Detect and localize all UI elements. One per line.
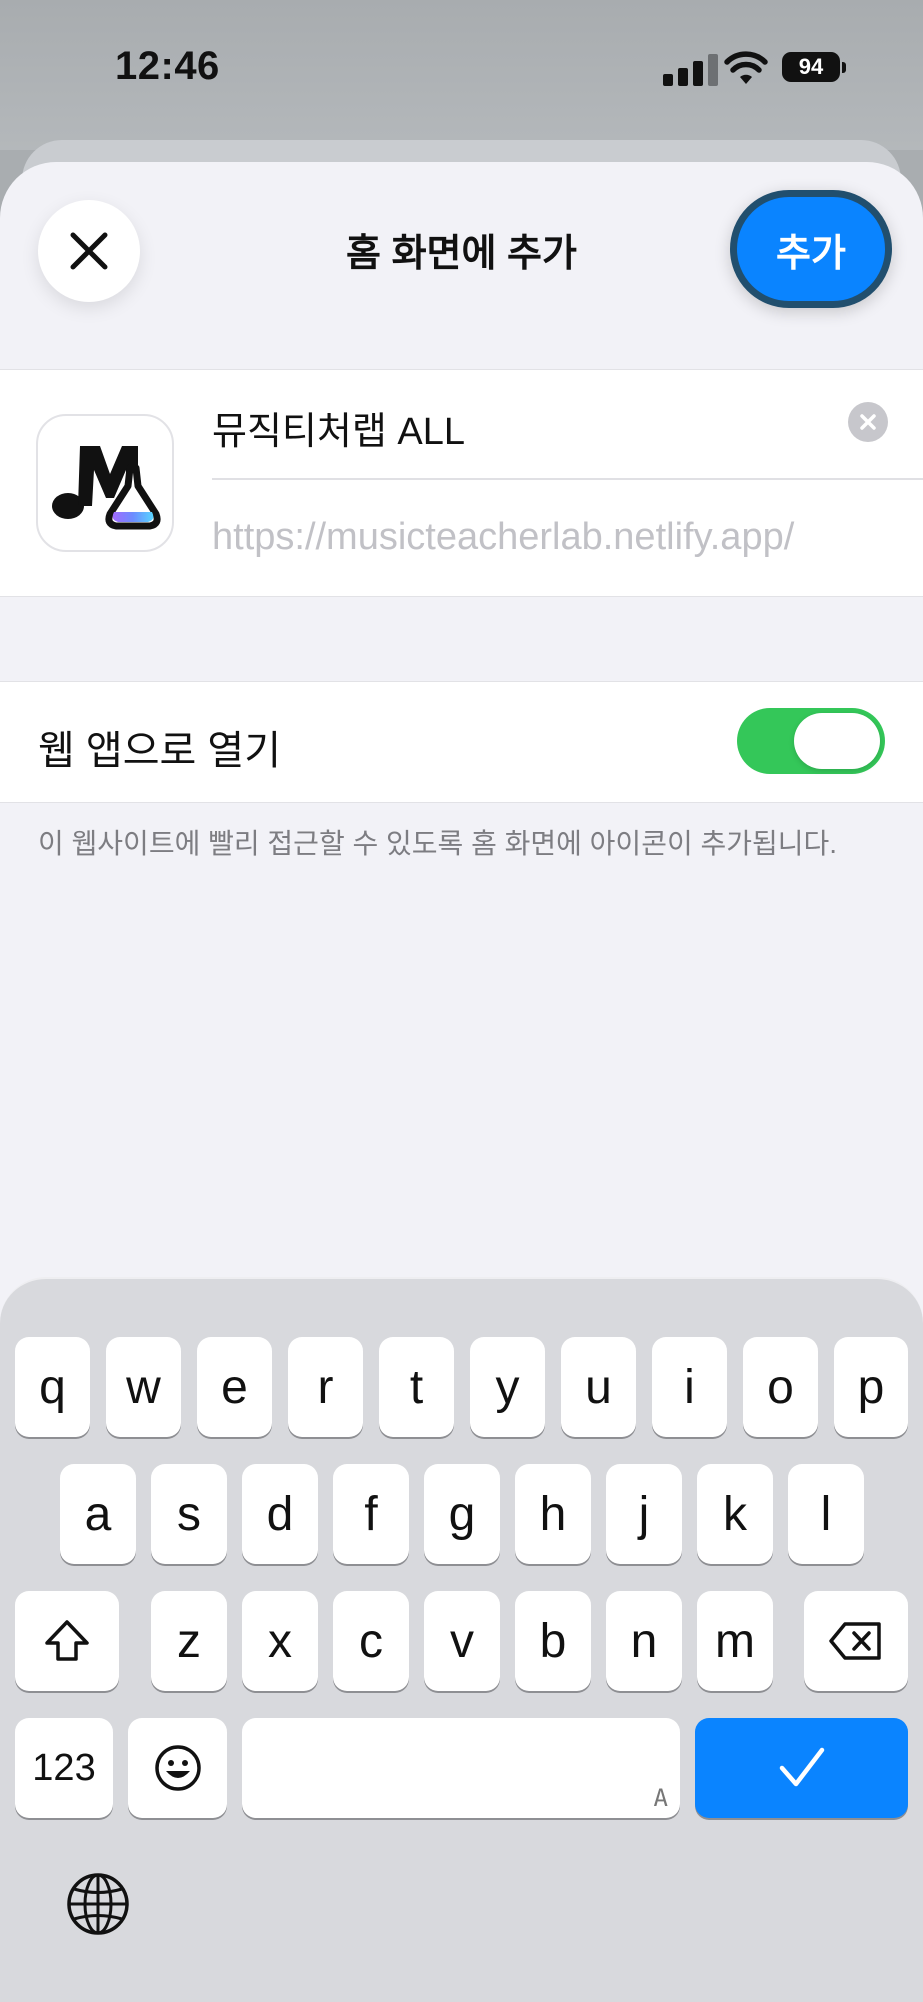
key-s[interactable]: s: [151, 1464, 227, 1564]
field-divider: [212, 478, 923, 480]
clear-text-button[interactable]: [848, 402, 888, 442]
key-c[interactable]: c: [333, 1591, 409, 1691]
music-lab-logo-icon: [52, 446, 161, 530]
numbers-key[interactable]: 123: [15, 1718, 113, 1818]
key-i[interactable]: i: [652, 1337, 727, 1437]
key-k[interactable]: k: [697, 1464, 773, 1564]
key-b[interactable]: b: [515, 1591, 591, 1691]
emoji-key[interactable]: [128, 1718, 227, 1818]
key-o[interactable]: o: [743, 1337, 818, 1437]
status-bar: 12:46 94: [0, 0, 923, 150]
key-d[interactable]: d: [242, 1464, 318, 1564]
space-key[interactable]: A: [242, 1718, 680, 1818]
key-v[interactable]: v: [424, 1591, 500, 1691]
bookmark-url: https://musicteacherlab.netlify.app/: [212, 516, 795, 558]
key-r[interactable]: r: [288, 1337, 363, 1437]
key-q[interactable]: q: [15, 1337, 90, 1437]
keyboard: q w e r t y u i o p a s d f g h j k l z …: [0, 1277, 923, 2002]
clear-icon: [860, 414, 876, 430]
key-a[interactable]: a: [60, 1464, 136, 1564]
key-t[interactable]: t: [379, 1337, 454, 1437]
key-n[interactable]: n: [606, 1591, 682, 1691]
key-u[interactable]: u: [561, 1337, 636, 1437]
checkmark-icon: [779, 1747, 824, 1787]
key-e[interactable]: e: [197, 1337, 272, 1437]
key-p[interactable]: p: [834, 1337, 908, 1437]
key-z[interactable]: z: [151, 1591, 227, 1691]
key-f[interactable]: f: [333, 1464, 409, 1564]
done-key[interactable]: [695, 1718, 908, 1818]
bookmark-name-field[interactable]: 뮤직티처랩 ALL: [212, 400, 465, 455]
key-h[interactable]: h: [515, 1464, 591, 1564]
key-l[interactable]: l: [788, 1464, 864, 1564]
app-icon: [36, 414, 174, 552]
key-j[interactable]: j: [606, 1464, 682, 1564]
bookmark-card: 뮤직티처랩 ALL https://musicteacherlab.netlif…: [0, 369, 923, 597]
battery-tip: [842, 62, 846, 73]
delete-key[interactable]: [804, 1591, 908, 1691]
battery-icon: 94: [782, 52, 840, 82]
key-g[interactable]: g: [424, 1464, 500, 1564]
signal-icon: [663, 54, 721, 86]
shift-key[interactable]: [15, 1591, 119, 1691]
key-m[interactable]: m: [697, 1591, 773, 1691]
delete-icon: [829, 1622, 881, 1660]
key-x[interactable]: x: [242, 1591, 318, 1691]
add-button[interactable]: 추가: [730, 190, 892, 308]
web-app-label: 웹 앱으로 열기: [38, 729, 282, 773]
emoji-icon: [154, 1745, 201, 1791]
status-time: 12:46: [115, 44, 220, 88]
key-w[interactable]: w: [106, 1337, 181, 1437]
key-y[interactable]: y: [470, 1337, 545, 1437]
footnote-text: 이 웹사이트에 빨리 접근할 수 있도록 홈 화면에 아이콘이 추가됩니다.: [38, 828, 838, 859]
web-app-row: 웹 앱으로 열기: [0, 681, 923, 803]
wifi-icon: [724, 51, 768, 84]
web-app-toggle[interactable]: [737, 708, 885, 774]
toggle-knob: [794, 713, 880, 769]
shift-icon: [45, 1620, 89, 1661]
space-hint: A: [653, 1784, 668, 1812]
globe-icon[interactable]: [64, 1870, 132, 1938]
